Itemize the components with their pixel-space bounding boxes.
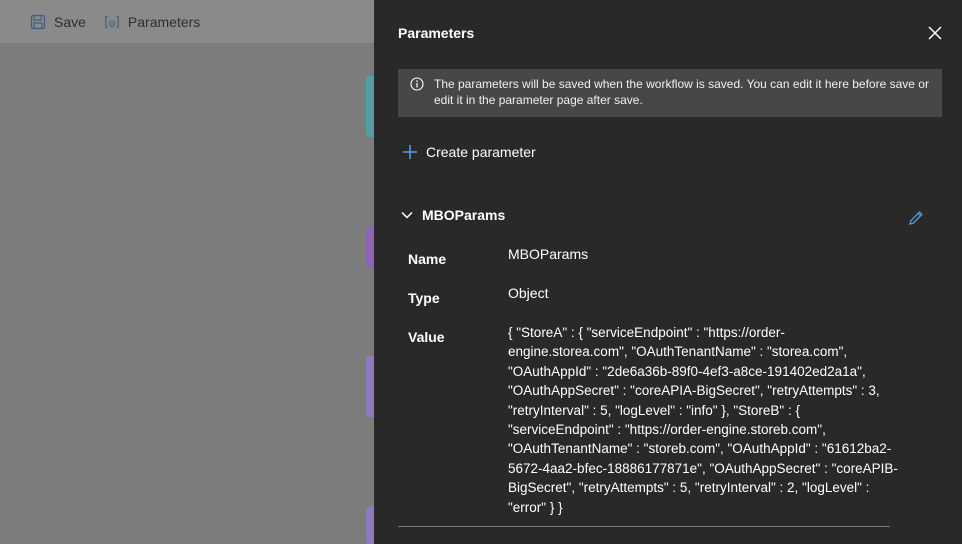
svg-text:@: @ xyxy=(108,18,116,27)
close-icon xyxy=(928,26,942,40)
type-label: Type xyxy=(408,290,440,306)
designer-canvas xyxy=(0,43,374,544)
save-label: Save xyxy=(54,13,86,30)
workflow-card[interactable] xyxy=(366,226,374,268)
info-icon xyxy=(410,77,424,91)
save-button[interactable]: Save xyxy=(26,0,90,43)
divider xyxy=(398,526,890,527)
save-icon xyxy=(30,14,46,30)
info-message-text: The parameters will be saved when the wo… xyxy=(434,77,929,107)
name-label: Name xyxy=(408,251,447,267)
workflow-card[interactable] xyxy=(366,356,374,417)
parameter-section-toggle[interactable]: MBOParams xyxy=(400,207,505,223)
create-parameter-button[interactable]: Create parameter xyxy=(402,144,536,160)
parameters-button[interactable]: @ Parameters xyxy=(100,0,204,43)
chevron-down-icon xyxy=(400,208,414,222)
info-message-bar: The parameters will be saved when the wo… xyxy=(398,69,942,117)
parameters-icon: @ xyxy=(104,14,120,30)
workflow-card[interactable] xyxy=(366,76,374,137)
parameters-label: Parameters xyxy=(127,13,201,30)
panel-title: Parameters xyxy=(398,25,475,41)
edit-parameter-button[interactable] xyxy=(907,209,925,227)
plus-icon xyxy=(402,144,418,160)
workflow-card[interactable] xyxy=(366,506,374,544)
pencil-icon xyxy=(909,211,923,225)
name-value: MBOParams xyxy=(508,246,589,262)
close-button[interactable] xyxy=(927,25,943,41)
create-parameter-label: Create parameter xyxy=(426,144,536,160)
value-text: { "StoreA" : { "serviceEndpoint" : "http… xyxy=(508,325,898,515)
parameters-panel: Parameters The parameters will be saved … xyxy=(374,0,962,544)
type-value: Object xyxy=(508,285,549,301)
value-label: Value xyxy=(408,329,445,345)
parameter-section-title: MBOParams xyxy=(422,207,506,223)
designer-toolbar: Save @ Parameters xyxy=(0,0,374,43)
